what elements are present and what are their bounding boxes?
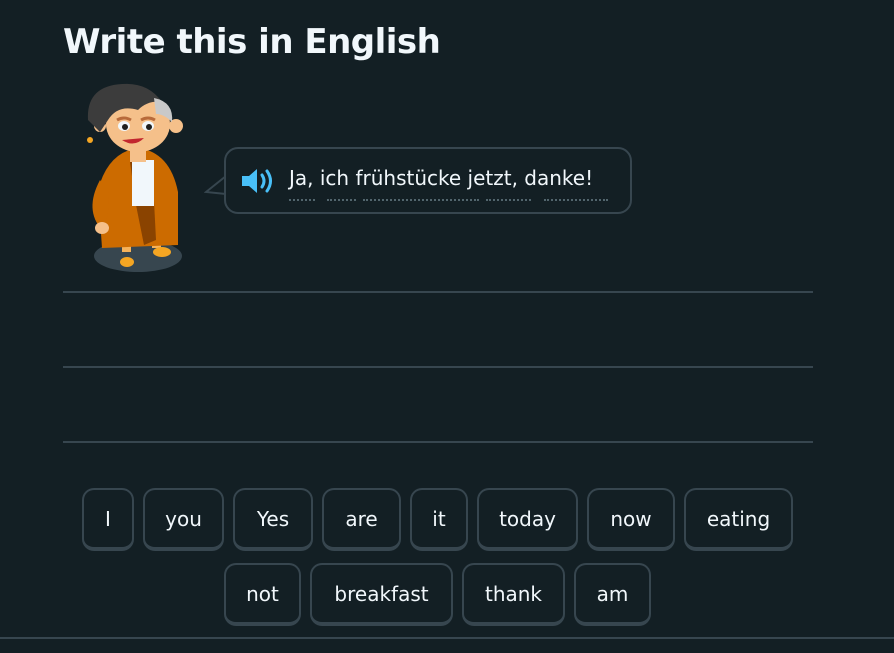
word-tile[interactable]: Yes xyxy=(233,488,313,551)
answer-line xyxy=(63,291,813,293)
character-avatar xyxy=(87,83,183,272)
page-title: Write this in English xyxy=(63,22,441,62)
word-hint-underline xyxy=(486,199,531,201)
answer-line xyxy=(63,366,813,368)
prompt-sentence[interactable]: Ja, ich frühstücke jetzt, danke! xyxy=(289,166,593,190)
word-tile[interactable]: are xyxy=(322,488,401,551)
word-tile[interactable]: eating xyxy=(684,488,793,551)
lesson-page: Write this in English Ja, ich frühstücke… xyxy=(0,0,894,653)
word-tile[interactable]: not xyxy=(224,563,301,626)
word-hint-underline xyxy=(327,199,356,201)
footer-divider xyxy=(0,637,894,639)
word-hint-underline xyxy=(544,199,608,201)
word-tile[interactable]: am xyxy=(574,563,651,626)
speaker-icon[interactable] xyxy=(240,167,276,195)
word-hint-underline xyxy=(289,199,315,201)
speech-bubble-tail xyxy=(204,175,226,195)
word-tile[interactable]: today xyxy=(477,488,578,551)
word-hint-underline xyxy=(363,199,479,201)
word-tile[interactable]: I xyxy=(82,488,134,551)
speech-bubble: Ja, ich frühstücke jetzt, danke! xyxy=(224,147,632,214)
answer-line xyxy=(63,441,813,443)
word-tile[interactable]: you xyxy=(143,488,224,551)
word-tile[interactable]: it xyxy=(410,488,468,551)
word-tile[interactable]: now xyxy=(587,488,675,551)
word-tile[interactable]: breakfast xyxy=(310,563,453,626)
word-tile[interactable]: thank xyxy=(462,563,565,626)
